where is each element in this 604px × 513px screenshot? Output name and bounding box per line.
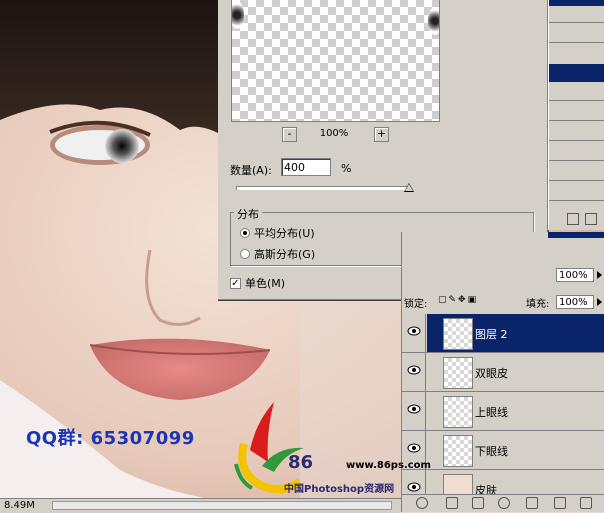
eye-icon[interactable] (407, 482, 421, 492)
monochrome-option[interactable]: ✓ 单色(M) (230, 275, 285, 291)
layer-thumbnail (443, 318, 473, 350)
trash-icon[interactable] (585, 213, 597, 225)
doc-size: 8.49M (4, 500, 35, 511)
layer-row[interactable]: 图层 2 (402, 314, 604, 353)
zoom-out-button[interactable]: - (282, 127, 297, 142)
panel-divider (549, 200, 604, 201)
layer-name: 下眼线 (475, 445, 508, 458)
panel-divider (549, 42, 604, 43)
layer-link-cell (425, 314, 426, 352)
status-bar: 8.49M (0, 498, 401, 513)
layer-thumbnail (443, 357, 473, 389)
zoom-in-button[interactable]: + (374, 127, 389, 142)
fill-input[interactable]: 100% (556, 295, 594, 309)
history-panel (548, 0, 604, 230)
logo-url: www.86ps.com (346, 460, 431, 471)
eye-icon[interactable] (407, 443, 421, 453)
layer-style-icon[interactable] (446, 497, 458, 509)
layer-link-cell (425, 353, 426, 391)
radio-gaussian-button[interactable] (240, 249, 250, 259)
panel-divider (549, 140, 604, 141)
radio-uniform-button[interactable] (240, 228, 250, 238)
history-panel-titlebar[interactable] (549, 0, 604, 6)
layer-row[interactable]: 下眼线 (402, 431, 604, 470)
layer-name: 上眼线 (475, 406, 508, 419)
new-group-icon[interactable] (526, 497, 538, 509)
panel-divider (549, 22, 604, 23)
layers-panel: 100% 锁定: ▢✎✥▣ 填充: 100% 图层 2 双眼皮 上眼线 下眼线 … (401, 232, 604, 512)
logo-site-name: 中国Photoshop资源网 (284, 484, 395, 495)
panel-divider (549, 160, 604, 161)
layers-panel-titlebar[interactable] (548, 232, 604, 238)
fill-arrow-icon[interactable] (597, 298, 602, 306)
eye-icon[interactable] (407, 404, 421, 414)
radio-gaussian[interactable]: 高斯分布(G) (240, 246, 315, 262)
new-item-icon[interactable] (567, 213, 579, 225)
opacity-arrow-icon[interactable] (597, 271, 602, 279)
panel-divider (549, 100, 604, 101)
layer-thumbnail (443, 396, 473, 428)
add-mask-icon[interactable] (472, 497, 484, 509)
layer-link-cell (425, 392, 426, 430)
radio-uniform-label: 平均分布(U) (254, 227, 315, 240)
layer-name: 图层 2 (475, 328, 508, 341)
fill-label: 填充: (526, 299, 550, 310)
layer-name-cell[interactable]: 下眼线 (427, 431, 604, 469)
panel-selected-row[interactable] (549, 64, 604, 82)
layer-name-cell[interactable]: 双眼皮 (427, 353, 604, 391)
logo-number: 86 (288, 452, 314, 473)
noise-blot-right (428, 7, 439, 35)
layer-thumbnail (443, 435, 473, 467)
radio-gaussian-label: 高斯分布(G) (254, 248, 316, 261)
amount-slider-thumb[interactable] (404, 183, 414, 192)
panel-divider (549, 180, 604, 181)
lock-label: 锁定: (404, 299, 428, 310)
amount-unit: % (341, 162, 352, 175)
qq-group-text: QQ群: 65307099 (26, 428, 195, 449)
lock-icons[interactable]: ▢✎✥▣ (438, 295, 478, 305)
distribution-title: 分布 (234, 206, 262, 222)
opacity-input[interactable]: 100% (556, 268, 594, 282)
trash-icon[interactable] (580, 497, 592, 509)
layer-row[interactable]: 双眼皮 (402, 353, 604, 392)
new-layer-icon[interactable] (554, 497, 566, 509)
horizontal-scrollbar[interactable] (52, 501, 392, 510)
link-layers-icon[interactable] (416, 497, 428, 509)
noise-blot-left (232, 1, 244, 29)
layer-name: 双眼皮 (475, 367, 508, 380)
monochrome-label: 单色(M) (245, 277, 286, 290)
amount-slider[interactable] (236, 186, 411, 190)
adjustment-layer-icon[interactable] (498, 497, 510, 509)
zoom-level: 100% (319, 128, 349, 139)
eye-icon[interactable] (407, 326, 421, 336)
layer-name-cell[interactable]: 上眼线 (427, 392, 604, 430)
layers-footer (402, 494, 604, 512)
monochrome-checkbox[interactable]: ✓ (230, 277, 241, 289)
eye-icon[interactable] (407, 365, 421, 375)
layer-name-cell[interactable]: 图层 2 (427, 314, 604, 352)
amount-input[interactable] (281, 158, 331, 176)
radio-uniform[interactable]: 平均分布(U) (240, 225, 315, 241)
layer-row[interactable]: 上眼线 (402, 392, 604, 431)
noise-preview[interactable] (231, 0, 440, 122)
amount-label: 数量(A): (230, 164, 272, 177)
panel-divider (549, 120, 604, 121)
